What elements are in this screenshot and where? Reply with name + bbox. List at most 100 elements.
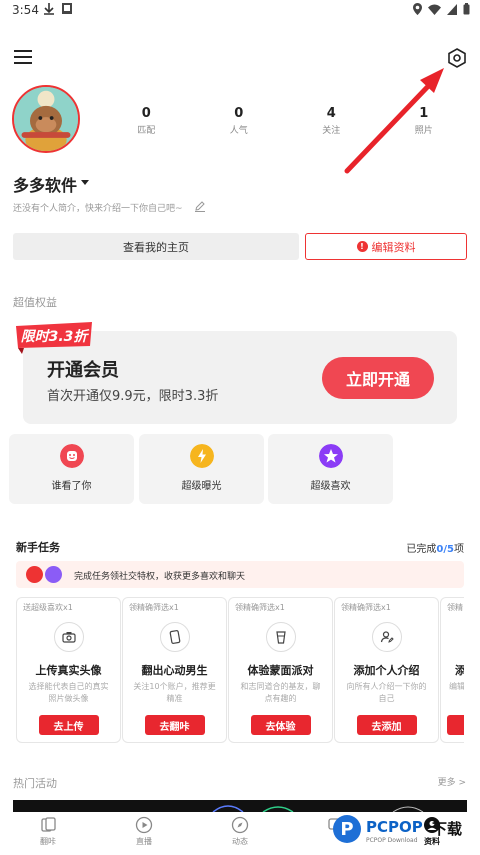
tasks-progress-prefix: 已完成 [406,544,437,555]
tab-label: 动态 [232,837,248,846]
status-bar: 3:54 [0,0,480,22]
lightning-icon [189,444,214,468]
profile-bio[interactable]: 还没有个人简介，快来介绍一下你自己吧~ [13,201,183,214]
feature-super-exposure[interactable]: 超级曝光 [139,434,264,504]
stat-photos[interactable]: 1 照片 [378,106,471,146]
task-action-button[interactable] [447,715,464,735]
task-card[interactable]: 领精确筛选x1 翻出心动男生 关注10个账户，推荐更精准 去翻咔 [122,597,227,743]
discount-badge: 限时3.3折 [16,322,92,354]
discount-badge-text: 限时3.3折 [21,328,91,345]
watermark-brand: PCPOP [366,818,423,836]
smile-icon [59,444,84,468]
task-card[interactable]: 领精确筛选x1 添加个人介绍 向所有人介绍一下你的自己 去添加 [334,597,439,743]
stat-label: 关注 [322,126,341,136]
tasks-progress-suffix: 项 [454,544,464,555]
play-icon [135,816,153,834]
task-action-button[interactable]: 去上传 [38,715,99,735]
stat-number: 1 [419,106,429,121]
task-reward-tag: 领精确筛选x1 [341,603,391,612]
feature-super-like[interactable]: 超级喜欢 [268,434,393,504]
settings-icon[interactable] [446,47,468,69]
task-name: 体验蒙面派对 [247,664,314,677]
task-action-button[interactable]: 去翻咔 [144,715,205,735]
cards-icon [41,817,56,832]
stat-label: 人气 [229,126,248,136]
vip-title: 开通会员 [47,360,119,381]
tab-moments[interactable]: 动态 [210,816,270,847]
feature-label: 超级曝光 [181,481,222,492]
task-reward-tag: 领精确筛选x1 [235,603,285,612]
privilege-badge-icon [26,566,43,583]
tasks-title: 新手任务 [16,541,60,554]
tab-label: 翻咔 [40,837,56,846]
stat-popularity[interactable]: 0 人气 [193,106,286,146]
view-home-button[interactable]: 查看我的主页 [13,233,299,260]
menu-icon[interactable] [14,50,32,66]
task-card[interactable]: 送超级喜欢x1 上传真实头像 选择能代表自己的真实照片做头像 去上传 [16,597,121,743]
task-name: 添加个人介绍 [353,664,420,677]
watermark-suffix: 下载 [432,820,463,838]
profile-stats: 0 匹配 0 人气 4 关注 1 照片 [100,106,470,146]
stat-label: 照片 [414,126,433,136]
chevron-down-icon[interactable] [81,180,89,185]
task-description: 向所有人介绍一下你的自己 [346,682,427,703]
pencil-icon[interactable] [194,200,206,212]
stat-label: 匹配 [137,126,156,136]
signal-icon [447,3,457,15]
cup-icon [265,622,296,652]
feature-label: 超级喜欢 [310,481,351,492]
task-description: 和志同道合的基友，聊点有趣的 [240,682,321,703]
wifi-icon [428,4,441,15]
alert-icon: ! [356,241,368,252]
stat-matches[interactable]: 0 匹配 [100,106,193,146]
tasks-progress-count: 0/5 [436,544,454,555]
tasks-list[interactable]: 送超级喜欢x1 上传真实头像 选择能代表自己的真实照片做头像 去上传 领精确筛选… [16,597,464,745]
app-notification-icon [62,3,72,14]
edit-profile-label: 编辑资料 [371,240,416,254]
task-description: 编辑 [449,682,464,691]
task-description: 选择能代表自己的真实照片做头像 [28,682,109,703]
tab-label: 直播 [136,837,152,846]
feature-who-viewed[interactable]: 谁看了你 [9,434,134,504]
tasks-banner-text: 完成任务领社交特权，收获更多喜欢和聊天 [74,572,246,582]
activity-banner[interactable] [13,800,467,812]
privilege-badge-icon [45,566,62,583]
compass-icon [231,816,249,834]
stat-number: 0 [234,106,244,121]
task-reward-tag: 送超级喜欢x1 [23,603,73,612]
tab-discover[interactable]: 翻咔 [18,816,78,847]
task-action-button[interactable]: 去添加 [356,715,417,735]
battery-icon [463,3,470,15]
watermark-subtitle: PCPOP Download [366,837,418,844]
status-time: 3:54 [12,3,39,17]
svg-text:P: P [340,819,353,840]
task-description: 关注10个账户，推荐更精准 [133,682,216,703]
card-icon [159,622,190,652]
more-link[interactable]: 更多 > [438,775,466,788]
task-name: 添 [455,664,464,677]
stat-number: 0 [141,106,151,121]
hot-activities-title: 热门活动 [13,777,57,790]
stat-following[interactable]: 4 关注 [285,106,378,146]
tasks-progress: 已完成0/5项 [406,540,464,555]
vip-subtitle: 首次开通仅9.9元，限时3.3折 [47,389,219,404]
feature-label: 谁看了你 [51,481,92,492]
avatar[interactable] [12,85,80,153]
camera-icon [53,622,84,652]
tasks-banner: 完成任务领社交特权，收获更多喜欢和聊天 [16,561,464,588]
profile-name[interactable]: 多多软件 [13,172,77,196]
task-reward-tag: 领精 [447,603,463,612]
edit-profile-button[interactable]: ! 编辑资料 [305,233,467,260]
user-edit-icon [371,622,402,652]
star-icon [318,444,343,468]
task-name: 翻出心动男生 [141,664,208,677]
download-icon [44,3,54,15]
task-reward-tag: 领精确筛选x1 [129,603,179,612]
location-icon [413,3,422,15]
open-vip-button[interactable]: 立即开通 [322,357,434,399]
tab-live[interactable]: 直播 [114,816,174,847]
task-action-button[interactable]: 去体验 [250,715,311,735]
benefits-title: 超值权益 [13,296,57,309]
task-card[interactable]: 领精 添 编辑 [440,597,464,743]
task-card[interactable]: 领精确筛选x1 体验蒙面派对 和志同道合的基友，聊点有趣的 去体验 [228,597,333,743]
